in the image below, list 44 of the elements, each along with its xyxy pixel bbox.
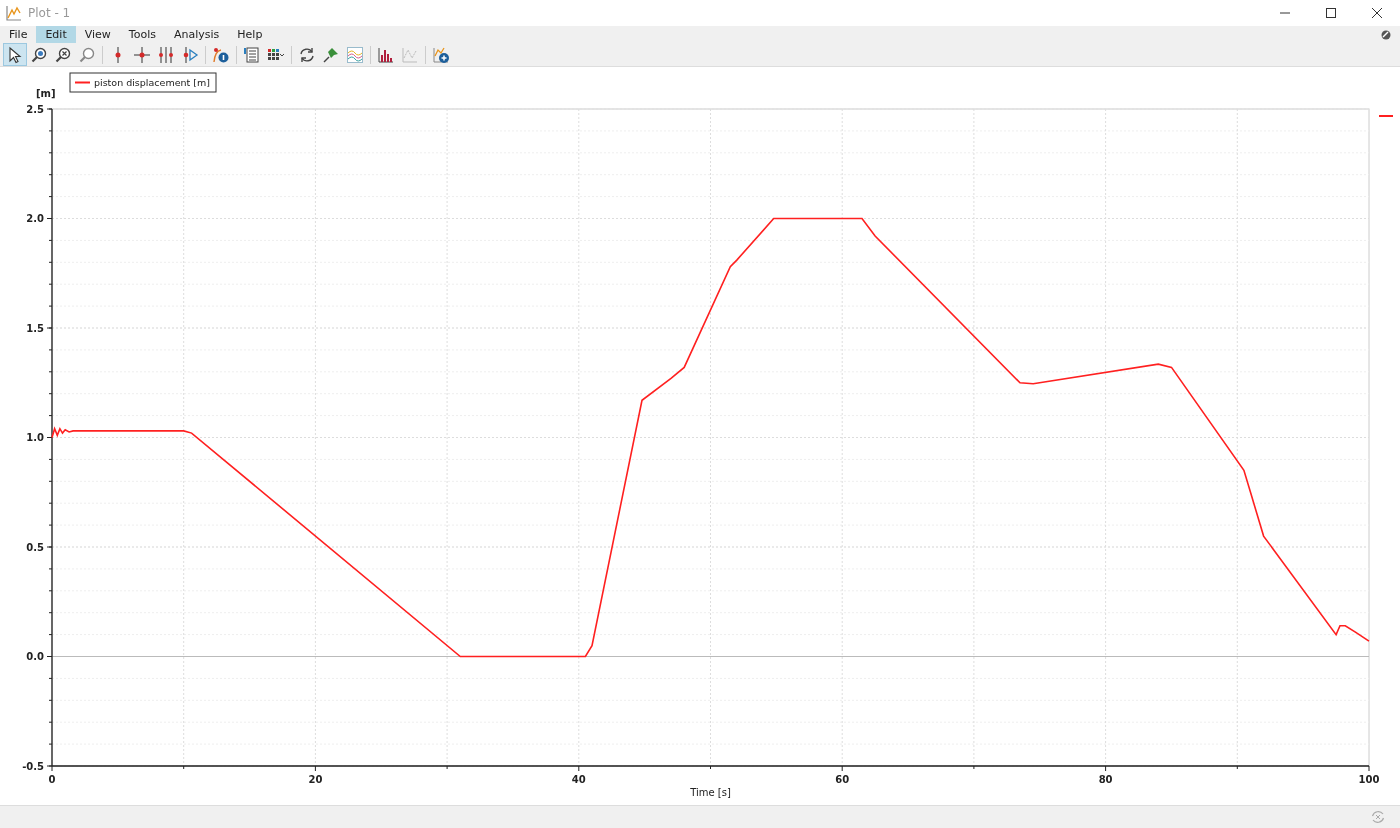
y-tick-label: 1.5 [26,323,44,334]
x-tick-label: 40 [571,774,586,786]
chart-app-icon [6,5,22,21]
cursor-play-icon [181,45,199,64]
pin-icon[interactable] [1380,28,1392,41]
y-tick-label: 0.0 [26,651,44,663]
menu-item[interactable]: Tools [119,26,165,43]
menu-item[interactable]: File [0,26,37,43]
y-tick-label: 2.0 [26,213,44,225]
pointer-tool-button[interactable] [3,43,27,67]
info-marker-icon [212,45,230,64]
magnifier-icon [78,45,96,64]
menu-item[interactable]: View [75,26,120,43]
menu-item[interactable]: Analysis [164,26,229,43]
close-icon [1371,7,1383,19]
list-icon [243,45,261,64]
y-tick-label: 0.5 [26,542,44,553]
x-tick-label: 0 [48,774,56,786]
histogram-icon [377,45,395,64]
x-axis-title: Time [s] [690,787,731,799]
x-tick-label: 80 [1098,774,1113,786]
x-tick-label: 60 [835,774,850,786]
pointer-icon [6,45,24,64]
window-title: Plot - 1 [28,6,71,20]
y-axis-unit: [m] [36,88,56,100]
faded-chart-icon [401,45,419,64]
y-tick-label: 2.5 [26,104,44,115]
multi-cursor-icon [157,45,175,64]
legend-label: piston displacement [m] [94,77,210,89]
refresh-icon [298,45,316,64]
zoom-icon [30,45,48,64]
series-marker [1378,115,1394,118]
add-chart-icon [432,45,450,64]
zoom-cross-icon [54,45,72,64]
crosshair-icon [133,45,151,64]
x-tick-label: 20 [308,774,323,786]
curves-icon [346,45,364,64]
y-tick-label: 1.0 [26,432,44,444]
y-tick-label: -0.5 [22,761,44,772]
menu-item[interactable]: Help [228,26,272,43]
maximize-icon [1325,7,1337,19]
x-tick-label: 100 [1358,774,1380,786]
pin-icon [322,45,340,64]
menu-item[interactable]: Edit [36,26,76,43]
